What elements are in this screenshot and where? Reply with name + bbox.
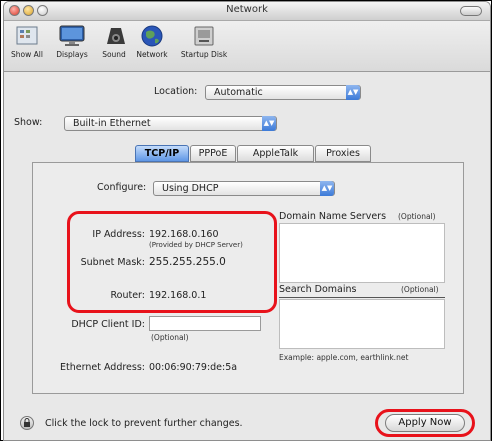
display-icon [57, 24, 87, 48]
toolbar-startup-disk[interactable]: Startup Disk [176, 24, 232, 59]
search-domains-note: (Optional) [401, 285, 439, 294]
highlight-box-ip-settings [67, 211, 277, 313]
divider [279, 297, 445, 298]
toolbar-toggle-button[interactable] [460, 6, 482, 16]
dns-label: Domain Name Servers [279, 211, 387, 222]
apply-now-button[interactable]: Apply Now [385, 414, 465, 432]
configure-value: Using DHCP [162, 183, 219, 194]
show-all-icon [12, 24, 42, 48]
window-title: Network [226, 4, 268, 15]
ethernet-address-label: Ethernet Address: [60, 362, 145, 373]
configure-label: Configure: [97, 182, 147, 193]
tcpip-panel: Configure: Using DHCP ▲▼ IP Address: 192… [32, 162, 464, 394]
toolbar-displays[interactable]: Displays [50, 24, 94, 59]
tab-pppoe[interactable]: PPPoE [190, 145, 236, 162]
search-domains-label: Search Domains [279, 284, 357, 295]
toolbar-label: Sound [102, 50, 126, 59]
tab-tcpip[interactable]: TCP/IP [135, 145, 189, 162]
tab-proxies[interactable]: Proxies [315, 145, 371, 162]
speaker-icon [99, 24, 129, 48]
location-popup[interactable]: Automatic ▲▼ [205, 85, 361, 100]
popup-arrows-icon: ▲▼ [320, 181, 334, 196]
dns-note: (Optional) [398, 212, 436, 221]
show-value: Built-in Ethernet [73, 118, 151, 129]
tab-appletalk[interactable]: AppleTalk [237, 145, 314, 162]
dhcp-client-id-label: DHCP Client ID: [71, 319, 145, 330]
example-text: Example: apple.com, earthlink.net [279, 353, 409, 362]
popup-arrows-icon: ▲▼ [262, 116, 276, 131]
lock-button[interactable] [20, 416, 34, 430]
toolbar-label: Network [136, 50, 168, 59]
dhcp-client-id-field[interactable] [149, 316, 261, 331]
configure-popup[interactable]: Using DHCP ▲▼ [153, 181, 335, 196]
globe-icon [137, 24, 167, 48]
show-label: Show: [14, 117, 43, 128]
toolbar: Show All Displays Sound Network Startup … [4, 21, 490, 72]
location-value: Automatic [214, 87, 263, 98]
popup-arrows-icon: ▲▼ [346, 85, 360, 100]
dns-servers-field[interactable] [279, 223, 445, 283]
lock-icon [24, 418, 30, 427]
toolbar-show-all[interactable]: Show All [5, 24, 49, 59]
disk-icon [189, 24, 219, 48]
search-domains-field[interactable] [279, 299, 445, 349]
location-label: Location: [154, 86, 198, 97]
toolbar-label: Startup Disk [180, 50, 228, 59]
dhcp-client-id-note: (Optional) [151, 333, 189, 342]
toolbar-label: Displays [56, 50, 88, 59]
toolbar-label: Show All [11, 50, 43, 59]
toolbar-network[interactable]: Network [130, 24, 174, 59]
title-bar: Network [4, 2, 490, 21]
show-popup[interactable]: Built-in Ethernet ▲▼ [64, 116, 277, 131]
ethernet-address-value: 00:06:90:79:de:5a [149, 362, 238, 373]
lock-instruction-text: Click the lock to prevent further change… [45, 418, 243, 429]
network-preferences-window: Network Show All Displays Sound Network … [3, 1, 491, 441]
